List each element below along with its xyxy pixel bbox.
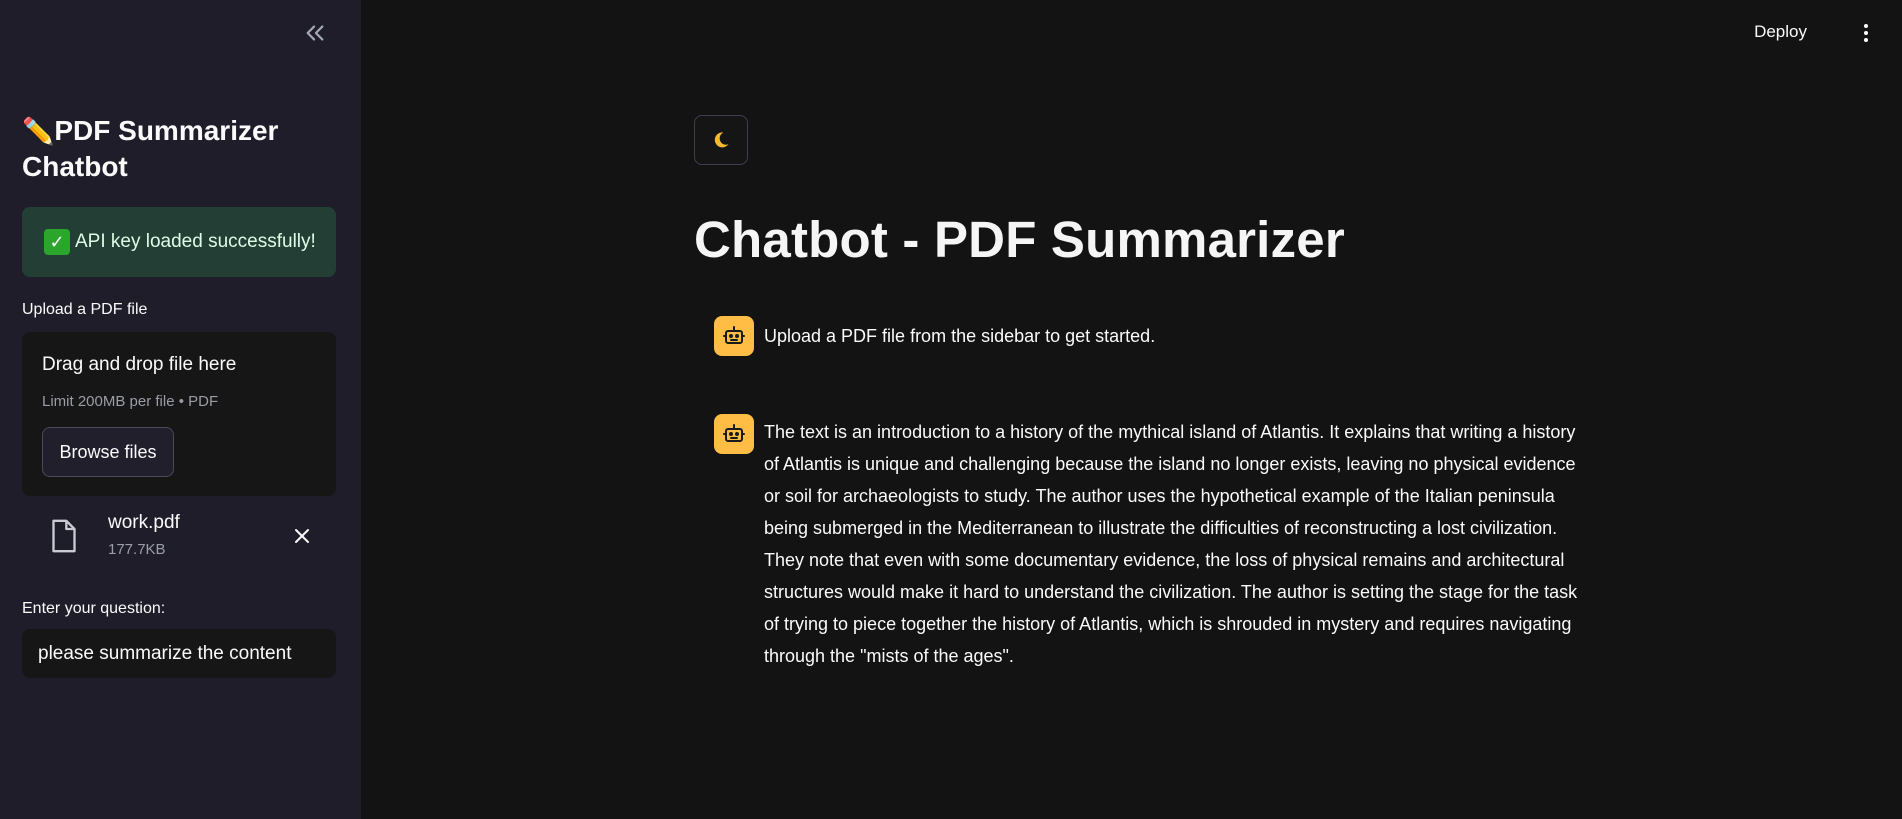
main-area: Deploy Chatbot - PDF Summarizer Upload a… — [361, 0, 1902, 819]
browse-files-button[interactable]: Browse files — [42, 427, 174, 477]
sidebar: ✏️PDF Summarizer Chatbot ✓ API key loade… — [0, 0, 361, 819]
main-menu-button[interactable] — [1856, 20, 1876, 46]
deploy-button[interactable]: Deploy — [1754, 22, 1807, 42]
check-icon: ✓ — [44, 229, 70, 255]
moon-icon — [714, 132, 729, 148]
robot-icon — [723, 326, 745, 344]
app: ✏️PDF Summarizer Chatbot ✓ API key loade… — [0, 0, 1902, 819]
success-alert: ✓ API key loaded successfully! — [22, 207, 336, 277]
file-icon — [52, 519, 76, 553]
kebab-dot — [1864, 31, 1868, 35]
robot-icon — [723, 424, 745, 442]
sidebar-title: ✏️PDF Summarizer Chatbot — [22, 113, 342, 185]
pencil-icon: ✏️ — [22, 116, 55, 146]
message-text: Upload a PDF file from the sidebar to ge… — [764, 326, 1156, 346]
file-size: 177.7KB — [108, 541, 166, 558]
assistant-avatar — [714, 414, 754, 454]
theme-toggle-button[interactable] — [694, 115, 748, 165]
question-input[interactable] — [22, 629, 336, 678]
remove-file-button[interactable] — [291, 525, 313, 547]
kebab-dot — [1864, 24, 1868, 28]
file-name: work.pdf — [108, 512, 180, 533]
sidebar-title-text: PDF Summarizer Chatbot — [22, 115, 279, 182]
chevrons-left-icon — [306, 25, 324, 41]
dropzone-title: Drag and drop file here — [42, 354, 237, 375]
success-text: API key loaded successfully! — [75, 231, 316, 252]
question-label: Enter your question: — [22, 600, 166, 617]
collapse-sidebar-button[interactable] — [302, 20, 328, 46]
close-icon — [295, 529, 309, 543]
file-dropzone[interactable]: Drag and drop file here Limit 200MB per … — [22, 332, 336, 496]
assistant-avatar — [714, 316, 754, 356]
upload-label: Upload a PDF file — [22, 301, 148, 318]
dropzone-limit: Limit 200MB per file • PDF — [42, 393, 219, 410]
kebab-dot — [1864, 38, 1868, 42]
message-text: The text is an introduction to a history… — [764, 422, 1578, 666]
uploaded-file: work.pdf 177.7KB — [22, 508, 336, 564]
page-title: Chatbot - PDF Summarizer — [694, 211, 1345, 268]
